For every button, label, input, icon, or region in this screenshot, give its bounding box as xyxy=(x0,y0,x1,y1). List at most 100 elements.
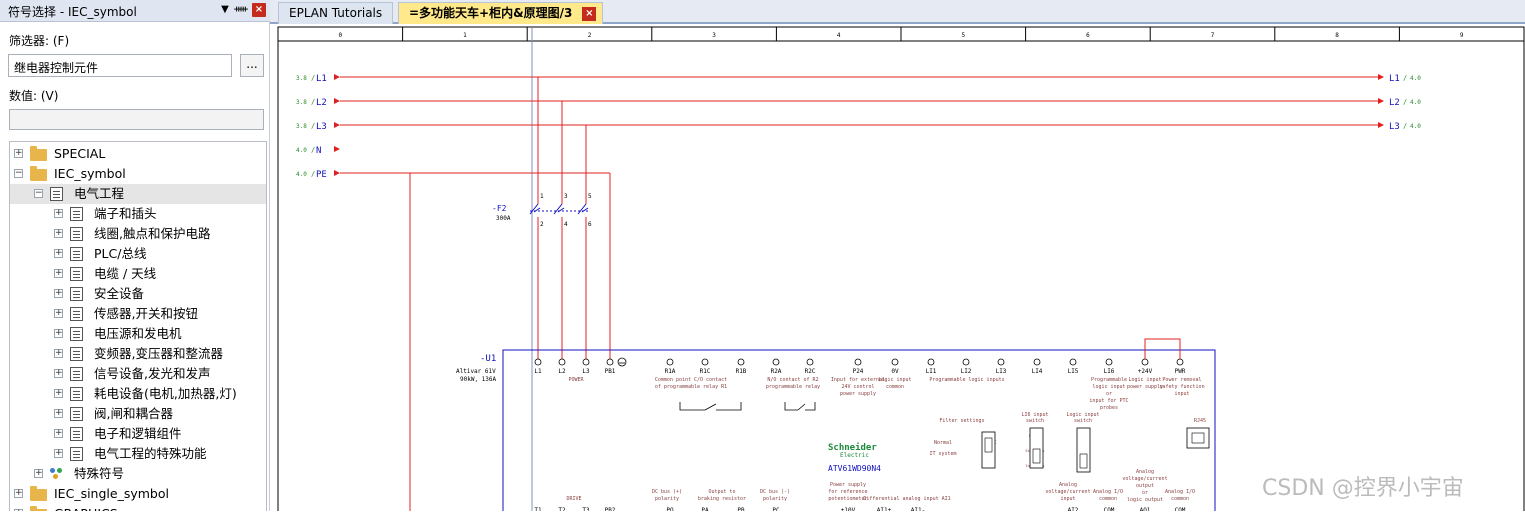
switch-note: IT system xyxy=(929,451,956,457)
value-input[interactable] xyxy=(9,109,264,130)
symbol-tree[interactable]: + SPECIAL − IEC_symbol − 电气工程 + 端子和插头 + 线圈,触点和保护电… xyxy=(9,141,267,511)
expand-icon[interactable]: + xyxy=(54,349,63,358)
tree-item-label: SPECIAL xyxy=(54,146,106,161)
expand-icon[interactable]: + xyxy=(14,149,23,158)
terminal-note: programmable relay xyxy=(766,384,820,390)
tree-item[interactable]: + PLC/总线 xyxy=(10,244,266,264)
document-icon xyxy=(70,407,83,421)
bottom-terminal-label: AO1 xyxy=(1140,507,1151,511)
tree-item[interactable]: + 耗电设备(电机,加热器,灯) xyxy=(10,384,266,404)
tree-item[interactable]: + IEC_single_symbol xyxy=(10,484,266,504)
bottom-terminal-label: AI1+ xyxy=(877,507,892,511)
tree-item[interactable]: + 电压源和发电机 xyxy=(10,324,266,344)
right-ref-page: 4.0 xyxy=(1410,123,1421,130)
tree-item[interactable]: + 信号设备,发光和发声 xyxy=(10,364,266,384)
expand-icon[interactable]: + xyxy=(34,469,43,478)
terminal-circle xyxy=(1105,358,1113,366)
column-number: 7 xyxy=(1211,32,1215,39)
bus-arrow xyxy=(334,74,340,80)
drive-tag: -U1 xyxy=(480,354,496,364)
bus-arrow xyxy=(334,170,340,176)
left-ref-page: 3.8 xyxy=(296,99,307,106)
bottom-terminal-label: PO xyxy=(666,507,674,511)
terminal-label: R1A xyxy=(665,368,676,375)
terminal-note: power supply xyxy=(840,391,876,397)
column-number: 4 xyxy=(837,32,841,39)
right-ref-page: 4.0 xyxy=(1410,75,1421,82)
expand-icon[interactable]: + xyxy=(54,409,63,418)
tree-item[interactable]: + 传感器,开关和按钮 xyxy=(10,304,266,324)
tree-item[interactable]: − IEC_symbol xyxy=(10,164,266,184)
terminal-circle xyxy=(1176,358,1184,366)
document-icon xyxy=(70,327,83,341)
expand-icon[interactable]: + xyxy=(54,389,63,398)
folder-icon xyxy=(30,166,47,181)
symbol-selection-panel: 符号选择 - IEC_symbol ▼ ᚔ × 筛选器: (F) 继电器控制元件… xyxy=(0,0,270,511)
expand-icon[interactable]: + xyxy=(54,329,63,338)
filter-more-button[interactable]: ... xyxy=(240,54,264,77)
tree-item[interactable]: + 安全设备 xyxy=(10,284,266,304)
expand-icon[interactable]: + xyxy=(54,369,63,378)
pin-icon[interactable]: ᚔ xyxy=(234,3,248,17)
terminal-label: 0V xyxy=(891,368,899,375)
document-icon xyxy=(70,307,83,321)
document-icon xyxy=(70,367,83,381)
tab-label: =多功能天车+柜内&原理图/3 xyxy=(409,6,573,20)
bottom-terminal-label: +10V xyxy=(841,507,856,511)
bottom-note: Output to xyxy=(708,489,735,495)
tree-item[interactable]: + 线圈,触点和保护电路 xyxy=(10,224,266,244)
bottom-note: voltage/current xyxy=(1045,489,1090,495)
panel-title: 符号选择 - IEC_symbol xyxy=(8,5,137,19)
terminal-label: PB1 xyxy=(605,368,616,375)
bottom-note: output xyxy=(1136,483,1154,489)
ref-slash: / xyxy=(311,98,315,106)
tree-item[interactable]: + 电气工程的特殊功能 xyxy=(10,444,266,464)
collapse-icon[interactable]: − xyxy=(14,169,23,178)
left-ref-page: 4.0 xyxy=(296,171,307,178)
terminal-label: R2A xyxy=(771,368,782,375)
schematic-canvas[interactable]: 0 1 2 3 4 5 6 7 8 9 3.8/L1 3.8/L2 3.8/L3 4.0/N 4.0/PE L… xyxy=(270,24,1525,514)
expand-icon[interactable]: + xyxy=(54,289,63,298)
tree-item-label: 特殊符号 xyxy=(74,466,125,481)
tree-item[interactable]: + SPECIAL xyxy=(10,144,266,164)
breaker-contact xyxy=(553,203,563,215)
breaker-pin-top: 3 xyxy=(564,193,568,200)
tree-item[interactable]: + 端子和插头 xyxy=(10,204,266,224)
tree-item[interactable]: + 电缆 / 天线 xyxy=(10,264,266,284)
bottom-note: common xyxy=(1099,496,1117,502)
tab-eplan-tutorials[interactable]: EPLAN Tutorials xyxy=(278,2,394,24)
terminal-label: P24 xyxy=(853,368,864,375)
tree-item[interactable]: + 电子和逻辑组件 xyxy=(10,424,266,444)
terminal-label: R2C xyxy=(805,368,816,375)
terminal-note: logic input xyxy=(1092,384,1125,390)
tree-item[interactable]: − 电气工程 xyxy=(10,184,266,204)
tree-item[interactable]: + 变频器,变压器和整流器 xyxy=(10,344,266,364)
tree-item[interactable]: + 特殊符号 xyxy=(10,464,266,484)
relay-contact-r1 xyxy=(679,402,742,411)
expand-icon[interactable]: + xyxy=(54,449,63,458)
close-icon[interactable]: × xyxy=(252,3,266,17)
ref-slash: / xyxy=(311,122,315,130)
tree-item[interactable]: +GRAPHICS xyxy=(10,504,266,511)
collapse-icon[interactable]: − xyxy=(34,189,43,198)
expand-icon[interactable]: + xyxy=(54,229,63,238)
close-tab-icon[interactable]: × xyxy=(582,7,597,21)
panel-titlebar: 符号选择 - IEC_symbol ▼ ᚔ × xyxy=(0,0,270,22)
drive-model-line1: Altivar 61V xyxy=(456,368,496,375)
terminal-note: Programmable xyxy=(1091,377,1127,383)
expand-icon[interactable]: + xyxy=(54,429,63,438)
expand-icon[interactable]: + xyxy=(54,309,63,318)
filter-select[interactable]: 继电器控制元件 ⌄ xyxy=(8,54,232,77)
terminal-label: LI5 xyxy=(1068,368,1079,375)
dropdown-arrow-icon[interactable]: ▼ xyxy=(218,3,232,17)
expand-icon[interactable]: + xyxy=(54,249,63,258)
bottom-note: potentiometer xyxy=(828,496,867,502)
tab-schematic-page[interactable]: =多功能天车+柜内&原理图/3 × xyxy=(398,2,604,24)
tree-item[interactable]: + 阀,闸和耦合器 xyxy=(10,404,266,424)
bus-arrow xyxy=(1378,74,1384,80)
expand-icon[interactable]: + xyxy=(14,489,23,498)
switch-note: Normal xyxy=(934,440,952,446)
expand-icon[interactable]: + xyxy=(54,269,63,278)
terminal-label: LI2 xyxy=(961,368,972,375)
expand-icon[interactable]: + xyxy=(54,209,63,218)
